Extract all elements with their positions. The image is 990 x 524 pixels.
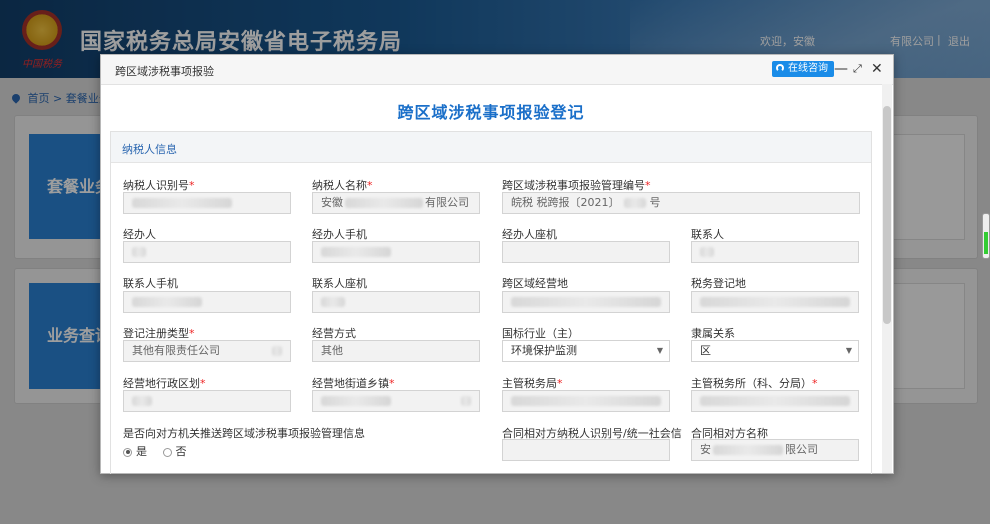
dialog-scrollbar[interactable] <box>882 84 892 473</box>
tax-bureau-label: 主管税务局* <box>502 377 563 390</box>
contact-mobile-label: 联系人手机 <box>123 277 178 290</box>
tax-office-label: 主管税务所（科、分局）* <box>691 377 818 390</box>
dialog-scrollbar-thumb[interactable] <box>883 106 891 324</box>
handler-label: 经办人 <box>123 228 156 241</box>
district-label: 经营地行政区划* <box>123 377 206 390</box>
dialog-titlebar: 跨区域涉税事项报验 在线咨询 — ⤢ ✕ <box>101 55 893 85</box>
reg-type-label: 登记注册类型* <box>123 327 195 340</box>
handler-landline-label: 经办人座机 <box>502 228 557 241</box>
contact-mobile-field[interactable] <box>123 291 291 313</box>
street-label: 经营地街道乡镇* <box>312 377 395 390</box>
handler-landline-field[interactable] <box>502 241 670 263</box>
section-header: 纳税人信息 <box>111 132 871 163</box>
section-title: 纳税人信息 <box>122 143 177 156</box>
chevron-down-icon: ▼ <box>845 346 852 355</box>
district-field[interactable] <box>123 390 291 412</box>
taxpayer-name-field[interactable]: 安徽 有限公司 <box>312 192 480 214</box>
online-consult-label: 在线咨询 <box>788 63 828 74</box>
industry-label: 国标行业（主） <box>502 327 579 340</box>
operation-mode-label: 经营方式 <box>312 327 356 340</box>
registration-place-label: 税务登记地 <box>691 277 746 290</box>
affiliation-label: 隶属关系 <box>691 327 735 340</box>
taxpayer-id-field[interactable] <box>123 192 291 214</box>
headset-icon <box>776 64 784 72</box>
close-icon[interactable]: ✕ <box>871 61 883 77</box>
cross-region-place-field[interactable] <box>502 291 670 313</box>
reg-type-field[interactable]: 其他有限责任公司 <box>123 340 291 362</box>
street-field[interactable] <box>312 390 480 412</box>
handler-mobile-field[interactable] <box>312 241 480 263</box>
push-yes-radio[interactable]: 是 <box>123 445 147 458</box>
handler-mobile-label: 经办人手机 <box>312 228 367 241</box>
cross-region-dialog: 跨区域涉税事项报验 在线咨询 — ⤢ ✕ 跨区域涉税事项报验登记 纳税人信息 纳… <box>100 54 894 474</box>
page-scroll-slider[interactable] <box>982 213 990 259</box>
push-info-label: 是否向对方机关推送跨区域涉税事项报验管理信息 <box>123 427 365 440</box>
report-no-field[interactable]: 皖税 税跨报〔2021〕号 <box>502 192 860 214</box>
contact-label: 联系人 <box>691 228 724 241</box>
tax-office-field[interactable] <box>691 390 859 412</box>
counterparty-id-field[interactable] <box>502 439 670 461</box>
tax-bureau-field[interactable] <box>502 390 670 412</box>
registration-place-field[interactable] <box>691 291 859 313</box>
industry-select[interactable]: 环境保护监测 ▼ <box>502 340 670 362</box>
taxpayer-name-label: 纳税人名称* <box>312 179 373 192</box>
taxpayer-id-label: 纳税人识别号* <box>123 179 195 192</box>
cross-region-place-label: 跨区域经营地 <box>502 277 568 290</box>
maximize-icon[interactable]: ⤢ <box>853 61 862 77</box>
report-no-label: 跨区域涉税事项报验管理编号* <box>502 179 651 192</box>
affiliation-select[interactable]: 区 ▼ <box>691 340 859 362</box>
dialog-title: 跨区域涉税事项报验 <box>115 65 214 78</box>
push-no-radio[interactable]: 否 <box>162 445 187 458</box>
minimize-icon[interactable]: — <box>834 61 848 77</box>
contact-landline-label: 联系人座机 <box>312 277 367 290</box>
contact-field[interactable] <box>691 241 859 263</box>
handler-field[interactable] <box>123 241 291 263</box>
chevron-down-icon: ▼ <box>656 346 663 355</box>
form-title: 跨区域涉税事项报验登记 <box>397 103 585 122</box>
contact-landline-field[interactable] <box>312 291 480 313</box>
online-consult-button[interactable]: 在线咨询 <box>772 61 834 77</box>
operation-mode-field[interactable]: 其他 <box>312 340 480 362</box>
counterparty-name-field[interactable]: 安限公司 <box>691 439 859 461</box>
push-info-radios: 是 否 <box>123 443 187 459</box>
